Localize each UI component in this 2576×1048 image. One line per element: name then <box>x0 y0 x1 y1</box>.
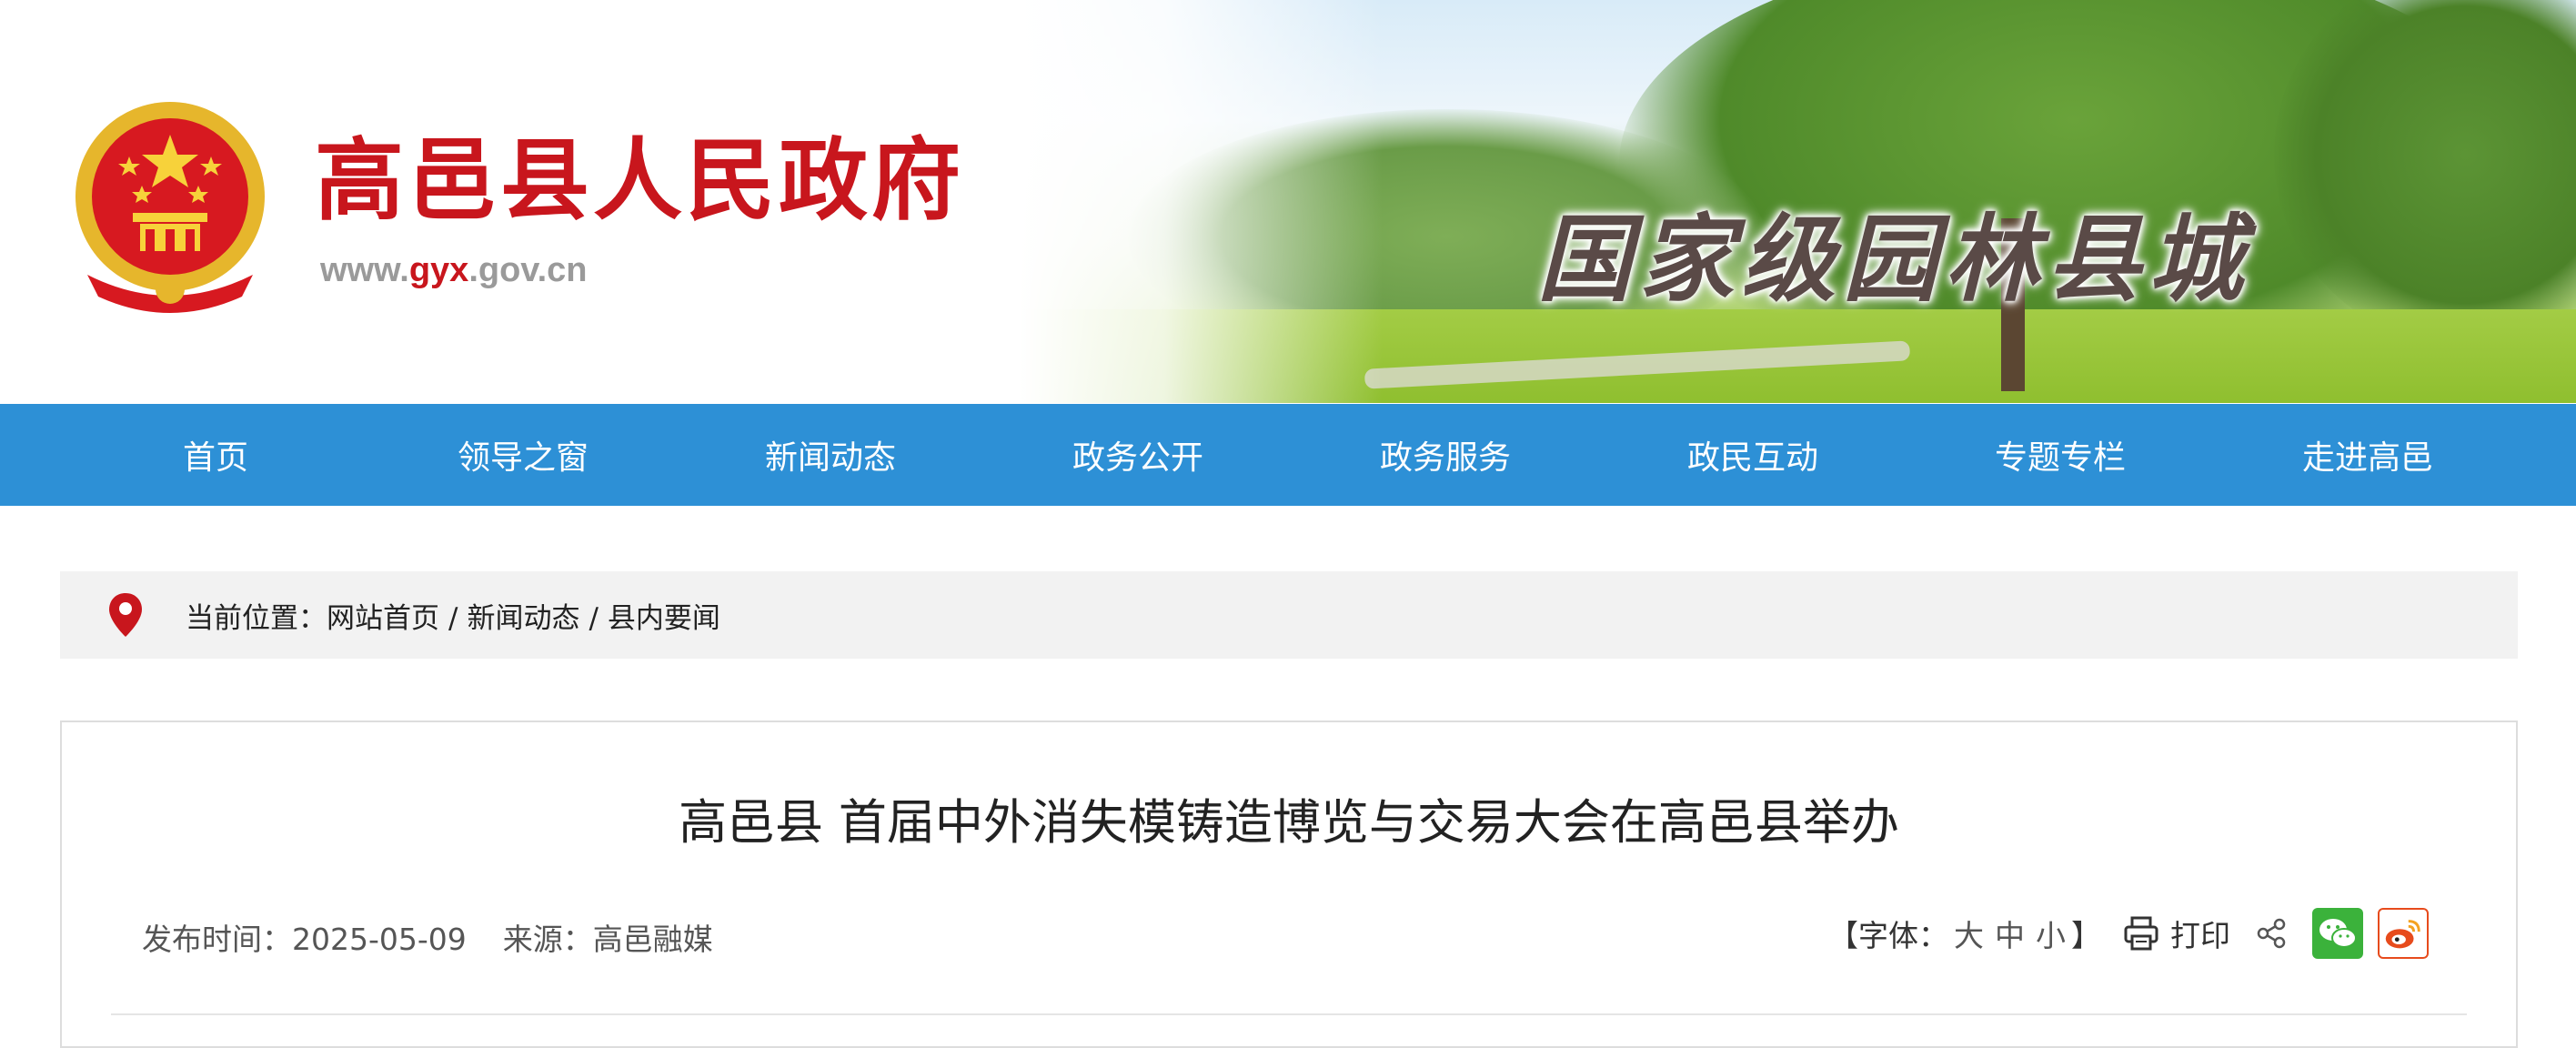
main-nav: 首页 领导之窗 新闻动态 政务公开 政务服务 政民互动 专题专栏 走进高邑 <box>0 404 2576 506</box>
font-size-small-button[interactable]: 小 <box>2036 912 2066 955</box>
site-name: 高邑县人民政府 <box>315 128 965 233</box>
site-url-prefix: www. <box>320 251 409 289</box>
share-icon[interactable] <box>2256 918 2287 949</box>
breadcrumb-link-county-news[interactable]: 县内要闻 <box>608 602 720 635</box>
nav-item-about[interactable]: 走进高邑 <box>2214 404 2521 506</box>
source-value: 高邑融媒 <box>592 922 713 957</box>
banner-slogan: 国家级园林县城 <box>1537 203 2251 315</box>
breadcrumb-link-news[interactable]: 新闻动态 <box>467 602 579 635</box>
weibo-icon[interactable] <box>2378 908 2429 959</box>
breadcrumb: 当前位置：网站首页 / 新闻动态 / 县内要闻 <box>60 571 2518 659</box>
font-size-medium-button[interactable]: 中 <box>1995 912 2025 955</box>
print-icon <box>2124 916 2158 951</box>
article-card: 高邑县 首届中外消失模铸造博览与交易大会在高邑县举办 发布时间：2025-05-… <box>60 720 2518 1048</box>
location-pin-icon <box>109 593 142 637</box>
breadcrumb-prefix: 当前位置： <box>186 601 327 635</box>
site-url-highlight: gyx <box>408 251 469 289</box>
nav-item-home[interactable]: 首页 <box>62 404 369 506</box>
font-size-large-button[interactable]: 大 <box>1954 912 1984 955</box>
source-label: 来源： <box>502 922 593 957</box>
nav-item-leaders[interactable]: 领导之窗 <box>369 404 677 506</box>
nav-item-gov-service[interactable]: 政务服务 <box>1292 404 1599 506</box>
breadcrumb-text: 当前位置：网站首页 / 新闻动态 / 县内要闻 <box>186 595 720 636</box>
font-size-close: 】 <box>2071 918 2101 953</box>
site-url[interactable]: www.gyx.gov.cn <box>320 251 588 290</box>
print-button[interactable]: 打印 <box>2123 912 2230 955</box>
publish-date: 2025-05-09 <box>292 922 467 957</box>
publish-label: 发布时间： <box>142 922 292 957</box>
site-url-suffix: .gov.cn <box>468 251 588 289</box>
nav-item-interaction[interactable]: 政民互动 <box>1599 404 1907 506</box>
meta-divider <box>111 1013 2467 1015</box>
wechat-icon[interactable] <box>2312 908 2363 959</box>
site-header: 高邑县人民政府 www.gyx.gov.cn 国家级园林县城 <box>0 0 2576 403</box>
font-size-label: 【字体： <box>1828 918 1948 953</box>
breadcrumb-separator: / <box>589 601 599 635</box>
nav-item-gov-info[interactable]: 政务公开 <box>984 404 1292 506</box>
article-title: 高邑县 首届中外消失模铸造博览与交易大会在高邑县举办 <box>679 795 1899 851</box>
print-label: 打印 <box>2170 918 2230 953</box>
breadcrumb-separator: / <box>448 601 458 635</box>
national-emblem-icon <box>75 102 265 313</box>
article-tools: 【字体： 大 中 小 】 打印 <box>1828 908 2429 959</box>
article-meta: 发布时间：2025-05-09 来源：高邑融媒 <box>142 915 713 959</box>
nav-item-topics[interactable]: 专题专栏 <box>1907 404 2214 506</box>
nav-item-news[interactable]: 新闻动态 <box>677 404 984 506</box>
breadcrumb-link-home[interactable]: 网站首页 <box>327 602 439 635</box>
